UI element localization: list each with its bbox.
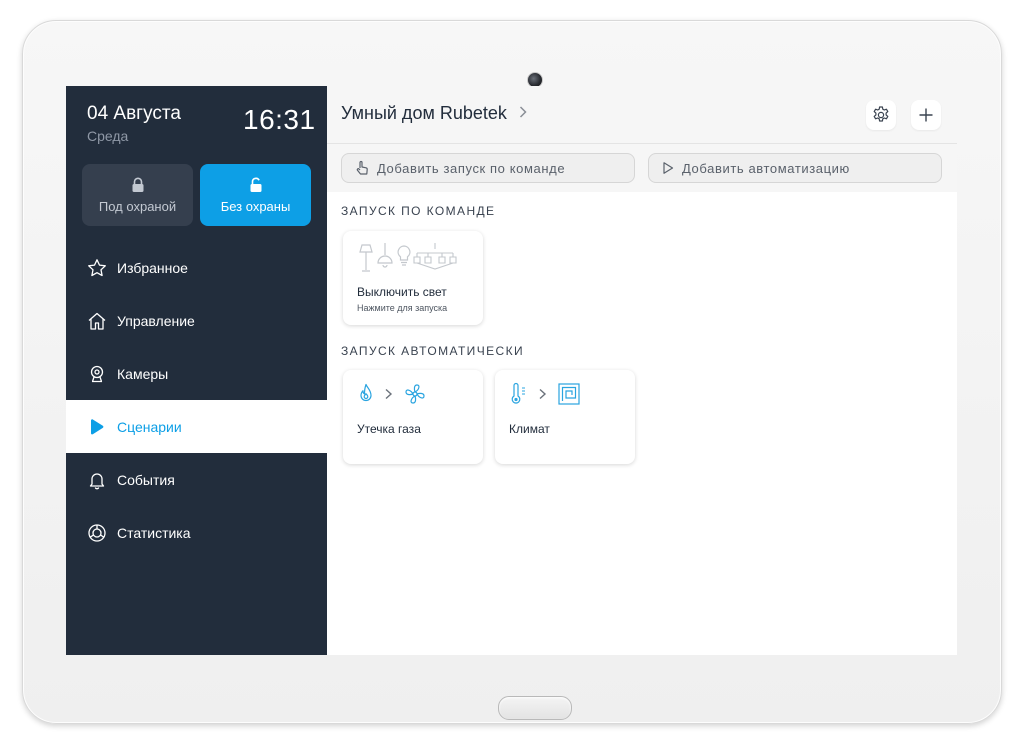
heating-floor-icon [558,383,580,405]
chevron-right-icon [539,388,547,400]
add-command-label: Добавить запуск по команде [377,160,566,176]
scenario-name: Выключить свет [357,285,447,299]
camera-icon [87,364,107,384]
page-title: Умный дом Rubetek [341,103,507,123]
chevron-right-icon [519,105,527,123]
plus-icon [919,108,933,122]
sidebar-item-label: Управление [117,312,195,329]
scenario-name: Утечка газа [357,422,421,436]
fan-icon [405,384,425,404]
scenario-card-gas-leak[interactable]: Утечка газа [343,370,483,464]
pendant-lamp-icon [377,243,393,268]
sidebar-item-control[interactable]: Управление [66,294,327,347]
home-button[interactable] [498,696,572,720]
auto-section-title: ЗАПУСК АВТОМАТИЧЕСКИ [341,344,524,358]
sidebar-item-cameras[interactable]: Камеры [66,347,327,400]
main-panel: Умный дом Rubetek Добавить запуск по ком… [327,86,957,655]
weekday-label: Среда [87,128,129,144]
lock-open-icon [250,177,261,192]
star-icon [87,258,107,278]
bulb-icon [397,245,411,266]
armed-button[interactable]: Под охраной [82,164,193,226]
date-label: 04 Августа [87,103,181,124]
sidebar-item-label: Сценарии [117,418,182,435]
screen: 04 Августа Среда 16:31 Под охраной Без о… [66,86,957,655]
floor-lamp-icon [359,244,373,272]
chevron-right-icon [385,388,393,400]
scenario-card-climate[interactable]: Климат [495,370,635,464]
bell-icon [87,470,107,490]
scenario-icons [357,243,457,273]
add-automation-button[interactable]: Добавить автоматизацию [648,153,942,183]
flame-icon [360,383,372,402]
sidebar-item-label: Статистика [117,524,191,541]
scenario-name: Климат [509,422,550,436]
lock-closed-icon [132,177,143,192]
sidebar: 04 Августа Среда 16:31 Под охраной Без о… [66,86,327,655]
command-section-title: ЗАПУСК ПО КОМАНДЕ [341,204,496,218]
hand-tap-icon [354,160,370,176]
sidebar-item-statistics[interactable]: Статистика [66,506,327,559]
sidebar-item-scenarios[interactable]: Сценарии [66,400,327,453]
action-bar: Добавить запуск по команде Добавить авто… [327,144,957,192]
gear-icon [873,106,889,122]
sidebar-item-label: Избранное [117,259,188,276]
scenario-icons [509,382,581,406]
scenario-icons [357,382,427,406]
chart-ring-icon [87,523,107,543]
add-command-scenario-button[interactable]: Добавить запуск по команде [341,153,635,183]
scenario-hint: Нажмите для запуска [357,303,448,313]
home-selector[interactable]: Умный дом Rubetek [341,103,527,124]
settings-button[interactable] [866,100,896,130]
sidebar-item-events[interactable]: События [66,453,327,506]
disarmed-button[interactable]: Без охраны [200,164,311,226]
house-icon [87,311,107,331]
sidebar-item-favorites[interactable]: Избранное [66,241,327,294]
thermometer-icon [511,382,525,404]
add-automation-label: Добавить автоматизацию [682,160,850,176]
play-outline-icon [661,161,675,175]
clock: 16:31 [243,104,316,135]
play-icon [87,417,107,437]
chandelier-icon [413,243,457,270]
disarmed-label: Без охраны [220,198,291,214]
header: Умный дом Rubetek [327,86,957,144]
add-button[interactable] [911,100,941,130]
sidebar-item-label: События [117,471,175,488]
sidebar-item-label: Камеры [117,365,169,382]
armed-label: Под охраной [98,198,177,214]
scenario-card-lights-off[interactable]: Выключить свет Нажмите для запуска [343,231,483,325]
